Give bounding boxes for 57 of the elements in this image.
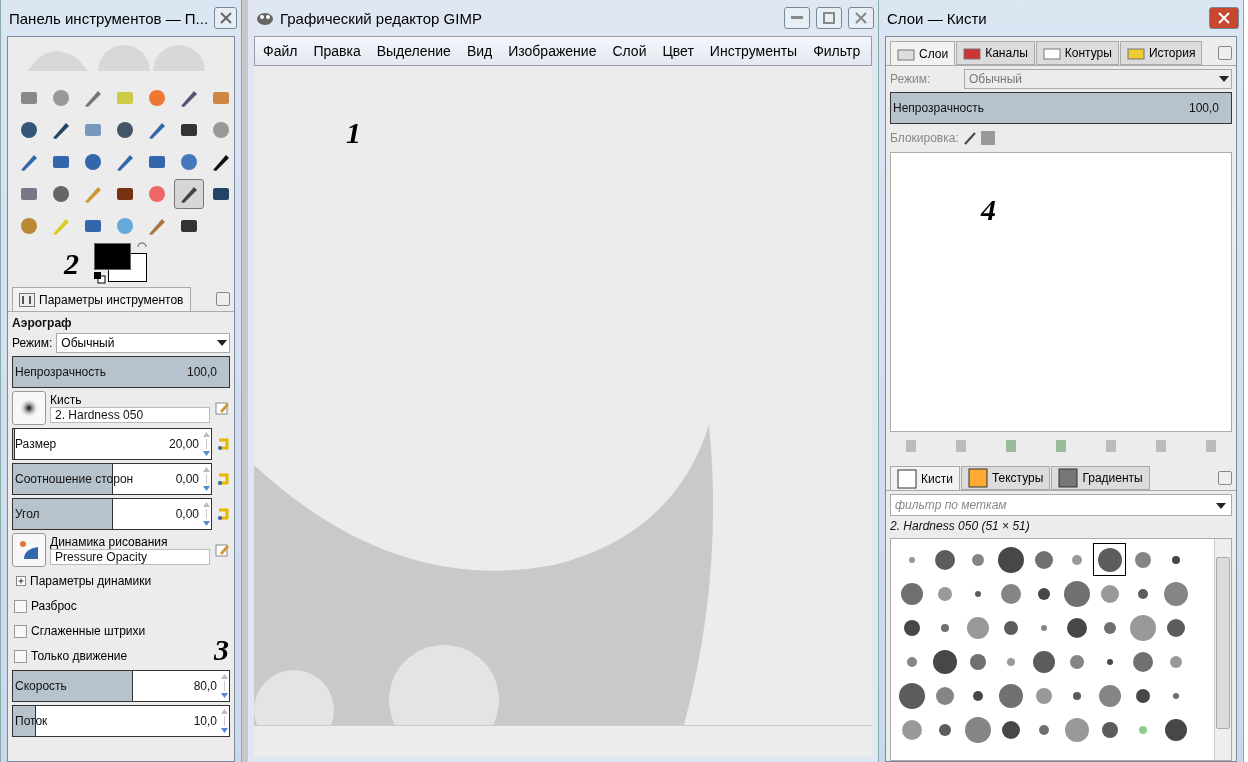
menu-item[interactable]: Инструменты — [709, 43, 798, 59]
annotation-number: 3 — [214, 633, 229, 667]
checkbox-label: Только движение — [31, 649, 128, 663]
menu-item[interactable]: Правка — [313, 43, 361, 59]
slider-value: 0,00 — [175, 507, 200, 521]
slider-label: Угол — [14, 507, 41, 521]
dock-tab[interactable]: Текстуры — [960, 466, 1051, 490]
brush-name-field[interactable]: 2. Hardness 050 — [50, 407, 210, 423]
brush-name: 2. Hardness 050 (51 × 51) — [889, 519, 1031, 533]
dock-tab[interactable]: Кисти — [890, 466, 960, 490]
dynamics-options-label[interactable]: Параметры динамики — [30, 574, 152, 588]
mode-dropdown[interactable]: Обычный — [964, 69, 1232, 89]
checkbox-label: Сглаженные штрихи — [31, 624, 146, 638]
slider-value: 0,00 — [175, 472, 200, 486]
slider-field[interactable]: Непрозрачность 100,0 — [890, 92, 1232, 124]
window-title: Графический редактор GIMP — [280, 9, 483, 27]
annotation-number: 1 — [346, 116, 361, 150]
slider-label: Непрозрачность — [14, 365, 107, 379]
slider-value: 100,0 — [186, 365, 218, 379]
menu-item[interactable]: Слой — [612, 43, 647, 59]
dock-tab[interactable]: Контуры — [1035, 41, 1119, 65]
menu-item[interactable]: Выделение — [376, 43, 451, 59]
slider-field[interactable]: Размер 20,00 — [12, 428, 212, 460]
annotation-number: 4 — [981, 193, 996, 227]
slider-value: 80,0 — [193, 679, 218, 693]
window-title: Панель инструментов — П... — [9, 9, 209, 27]
tool-options-tab[interactable]: Параметры инструментов — [12, 287, 191, 311]
menu-item[interactable]: Фильтр — [813, 43, 861, 59]
slider-value: 10,0 — [193, 714, 218, 728]
menu-item[interactable]: Вид — [466, 43, 493, 59]
mode-dropdown[interactable]: Обычный — [56, 333, 230, 353]
tool-name: Аэрограф — [12, 316, 73, 330]
annotation-number: 2 — [64, 247, 79, 281]
mode-label: Режим: — [12, 336, 53, 350]
slider-field[interactable]: Непрозрачность 100,0 — [12, 356, 230, 388]
dynamics-label: Динамика рисования — [50, 535, 169, 549]
lock-label: Блокировка: — [890, 131, 959, 145]
tag-filter-field[interactable]: фильтр по меткам — [890, 494, 1232, 516]
dock-tab[interactable]: История — [1119, 41, 1203, 65]
menu-item[interactable]: Файл — [263, 43, 298, 59]
slider-label: Непрозрачность — [892, 101, 985, 115]
dock-tab[interactable]: Градиенты — [1051, 466, 1150, 490]
brush-label: Кисть — [50, 393, 83, 407]
menu-item[interactable]: Цвет — [662, 43, 694, 59]
slider-label: Скорость — [14, 679, 68, 693]
dynamics-name-field[interactable]: Pressure Opacity — [50, 549, 210, 565]
dock-tab[interactable]: Каналы — [956, 41, 1035, 65]
mode-label: Режим: — [890, 72, 932, 86]
slider-label: Размер — [14, 437, 58, 451]
checkbox-label: Разброс — [31, 599, 77, 613]
dock-tab[interactable]: Слои — [890, 41, 956, 65]
slider-value: 100,0 — [1188, 101, 1220, 115]
slider-value: 20,00 — [168, 437, 200, 451]
slider-field[interactable]: Скорость 80,0 — [12, 670, 230, 702]
window-title: Слои — Кисти — [887, 9, 988, 27]
menu-item[interactable]: Изображение — [508, 43, 597, 59]
slider-field[interactable]: Угол 0,00 — [12, 498, 212, 530]
